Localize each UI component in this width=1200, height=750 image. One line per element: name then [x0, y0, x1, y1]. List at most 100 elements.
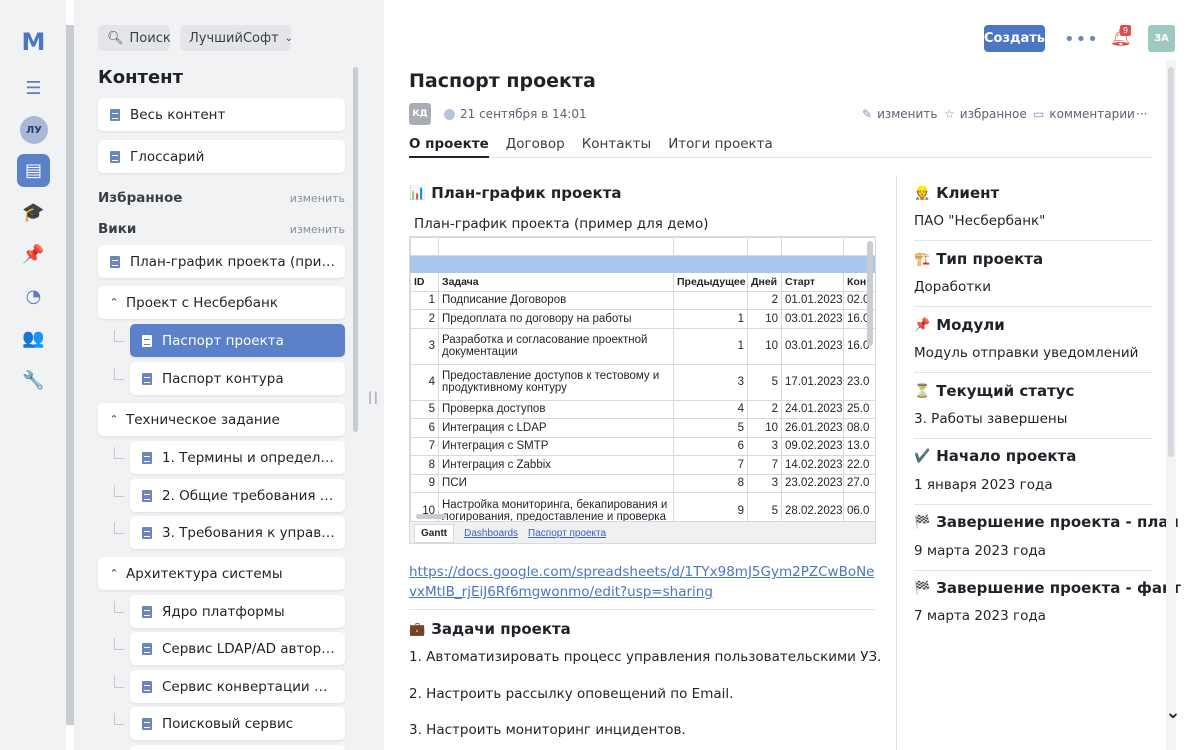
cell[interactable]: Интеграция с LDAP [438, 418, 674, 438]
cell[interactable]: 3 [673, 363, 748, 401]
cell[interactable]: 2 [410, 309, 439, 329]
all-content-item[interactable]: Весь контент [98, 98, 345, 131]
comments-action[interactable]: ▭ комментарии [1033, 107, 1135, 121]
page-more-icon[interactable]: ··· [1136, 107, 1147, 121]
sidebar-item-project[interactable]: ⌃ Проект с Несбербанк [98, 286, 345, 319]
cell[interactable]: 09.02.2023 [781, 436, 844, 456]
cell[interactable] [673, 290, 748, 310]
cell[interactable]: Предоставление доступов к тестовому и пр… [438, 363, 674, 401]
cell[interactable]: 10 [747, 327, 782, 365]
cell[interactable]: 2 [747, 399, 782, 419]
sidebar-item-project-passport[interactable]: Паспорт проекта [130, 324, 345, 357]
cell[interactable]: 7 [410, 436, 439, 456]
cell[interactable]: 1 [410, 290, 439, 310]
edit-action[interactable]: ✎ изменить [862, 107, 937, 121]
sidebar-item-contour-passport[interactable]: Паспорт контура [130, 362, 345, 395]
cell[interactable]: 1 [673, 309, 748, 329]
cell[interactable]: 4 [673, 399, 748, 419]
sheet-tab-gantt[interactable]: Gantt [414, 524, 455, 543]
cell[interactable]: Предоплата по договору на работы [438, 309, 674, 329]
workspace-select[interactable]: ЛучшийСофт ⌄ [180, 25, 293, 51]
cell[interactable]: 03.01.2023 [781, 309, 844, 329]
cell[interactable]: 17.01.2023 [781, 363, 844, 401]
cell[interactable]: Разработка и согласование проектной доку… [438, 327, 674, 365]
author-avatar[interactable]: КД [409, 103, 431, 125]
sheet-tab-passport[interactable]: Паспорт проекта [528, 528, 606, 539]
chevron-up-icon[interactable]: ⌃ [102, 567, 126, 580]
user-avatar[interactable]: ЗА [1148, 25, 1175, 52]
column-header[interactable]: ID [410, 272, 439, 292]
more-icon[interactable]: ••• [1064, 29, 1099, 50]
cell[interactable]: Интеграция с Zabbix [438, 455, 674, 475]
cell[interactable]: 24.01.2023 [781, 399, 844, 419]
cell[interactable]: 27.0 [843, 473, 875, 493]
avatar[interactable]: ЛУ [20, 116, 48, 144]
menu-icon[interactable]: ☰ [17, 72, 50, 105]
chart-icon[interactable]: ◔ [17, 280, 50, 313]
cell[interactable]: 5 [673, 418, 748, 438]
sidebar-item-partial[interactable] [130, 745, 345, 750]
cell[interactable]: 3 [747, 473, 782, 493]
cell[interactable]: 25.0 [843, 399, 875, 419]
cell[interactable]: ПСИ [438, 473, 674, 493]
sheet-vertical-scrollbar[interactable] [867, 241, 873, 346]
sidebar-item-search-service[interactable]: Поисковый сервис [130, 707, 345, 740]
sidebar-item-ldap[interactable]: Сервис LDAP/AD авториза... [130, 632, 345, 665]
cell[interactable]: 1 [673, 327, 748, 365]
cell[interactable]: 08.0 [843, 418, 875, 438]
sidebar-item-mgmt-req[interactable]: 3. Требования к управлени... [130, 516, 345, 549]
cell[interactable]: 8 [673, 473, 748, 493]
cell[interactable]: 3 [410, 327, 439, 365]
users-icon[interactable]: 👥 [17, 322, 50, 355]
create-button[interactable]: Создать [984, 25, 1045, 52]
cell[interactable]: 8 [410, 455, 439, 475]
cell[interactable]: 03.01.2023 [781, 327, 844, 365]
spreadsheet-link[interactable]: https://docs.google.com/spreadsheets/d/1… [409, 562, 879, 602]
sidebar-item-terms[interactable]: 1. Термины и определения [130, 441, 345, 474]
cell[interactable]: 9 [410, 473, 439, 493]
cell[interactable]: 7 [673, 455, 748, 475]
cell[interactable]: 22.0 [843, 455, 875, 475]
cell[interactable]: 14.02.2023 [781, 455, 844, 475]
cell[interactable]: 5 [747, 363, 782, 401]
cell[interactable]: Подписание Договоров [438, 290, 674, 310]
cell[interactable]: 26.01.2023 [781, 418, 844, 438]
favorites-edit-link[interactable]: изменить [290, 192, 345, 205]
content-icon[interactable]: ▤ [17, 154, 50, 187]
sheet-horizontal-scrollbar[interactable] [416, 514, 446, 519]
sidebar-item-architecture[interactable]: ⌃ Архитектура системы [98, 557, 345, 590]
chevron-down-icon[interactable]: ⌄ [1158, 697, 1188, 727]
column-header[interactable]: Старт [781, 272, 844, 292]
cell[interactable]: 23.0 [843, 363, 875, 401]
tab-results[interactable]: Итоги проекта [668, 136, 773, 158]
pin-icon[interactable]: 📌 [17, 238, 50, 271]
cell[interactable]: 3 [747, 436, 782, 456]
wrench-icon[interactable]: 🔧 [17, 364, 50, 397]
chevron-up-icon[interactable]: ⌃ [102, 296, 126, 309]
wiki-edit-link[interactable]: изменить [290, 223, 345, 236]
cell[interactable]: 23.02.2023 [781, 473, 844, 493]
sidebar-item-schedule[interactable]: План-график проекта (пример с ... [98, 245, 345, 278]
sidebar-item-tech-spec[interactable]: ⌃ Техническое задание [98, 403, 345, 436]
cell[interactable]: 5 [410, 399, 439, 419]
sidebar-item-converter[interactable]: Сервис конвертации доку... [130, 670, 345, 703]
cell[interactable]: 6 [673, 436, 748, 456]
logo-icon[interactable]: M [17, 25, 50, 58]
chevron-up-icon[interactable]: ⌃ [102, 413, 126, 426]
cell[interactable]: 13.0 [843, 436, 875, 456]
cell[interactable]: Интеграция с SMTP [438, 436, 674, 456]
column-header[interactable]: Задача [438, 272, 674, 292]
cell[interactable]: 10 [747, 309, 782, 329]
tab-contacts[interactable]: Контакты [582, 136, 651, 158]
favorite-action[interactable]: ☆ избранное [944, 107, 1027, 121]
cell[interactable]: 10 [747, 418, 782, 438]
resize-handle[interactable]: | | [368, 390, 378, 404]
sidebar-item-general-req[interactable]: 2. Общие требования к сис... [130, 479, 345, 512]
sidebar-item-core[interactable]: Ядро платформы [130, 595, 345, 628]
main-scrollbar[interactable] [1168, 67, 1174, 457]
glossary-item[interactable]: Глоссарий [98, 140, 345, 173]
spreadsheet-embed[interactable]: ID Задача Предыдущее Дней Старт Кон 1 По… [409, 236, 876, 544]
column-header[interactable]: Дней [747, 272, 782, 292]
tab-about[interactable]: О проекте [409, 136, 489, 158]
column-header[interactable]: Предыдущее [673, 272, 748, 292]
